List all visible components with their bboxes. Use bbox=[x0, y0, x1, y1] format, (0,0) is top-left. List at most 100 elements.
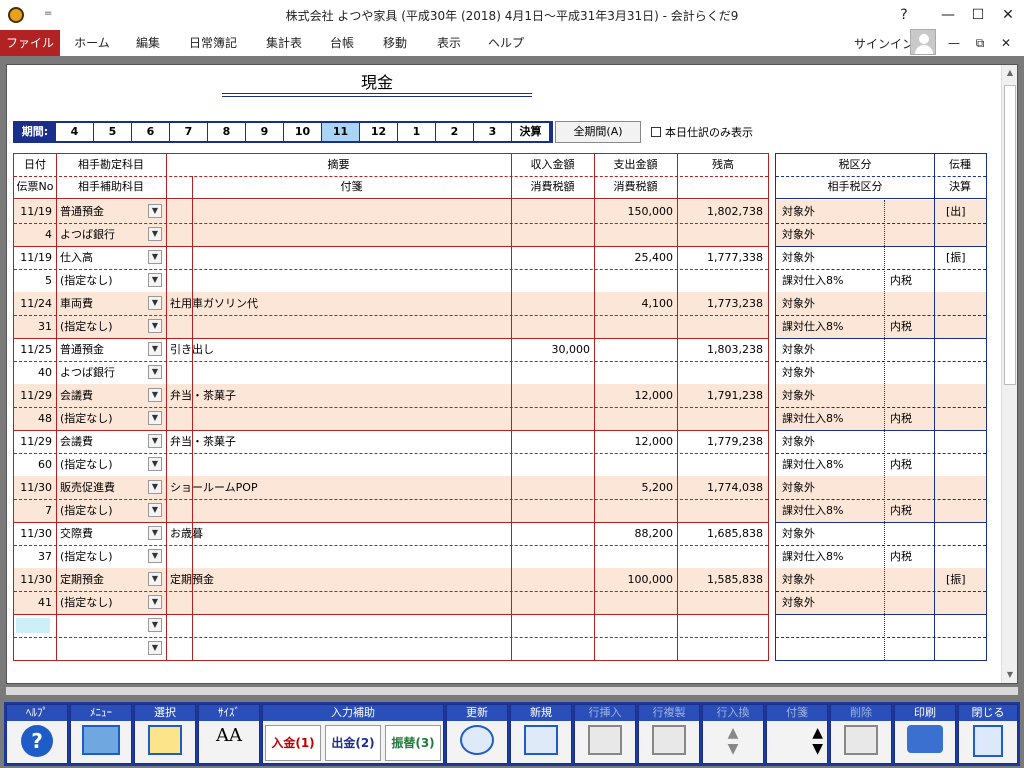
entry-slip-no[interactable]: 37 bbox=[14, 545, 52, 568]
entry-counter-tax-inclusive[interactable]: 内税 bbox=[890, 315, 912, 338]
period-month-7[interactable]: 7 bbox=[169, 123, 207, 141]
entry-counter-tax[interactable]: 対象外 bbox=[782, 223, 815, 246]
insert-row-tool-button[interactable]: 行挿入 bbox=[574, 704, 636, 764]
period-month-12[interactable]: 12 bbox=[359, 123, 397, 141]
menu-daily-bookkeeping[interactable]: 日常簿記 bbox=[178, 30, 248, 56]
entry-account[interactable]: 車両費 bbox=[60, 292, 93, 315]
chevron-down-icon[interactable]: ▼ bbox=[148, 595, 162, 609]
entry-sub-account[interactable]: よつば銀行 bbox=[60, 361, 115, 384]
print-tool-button[interactable]: 印刷 bbox=[894, 704, 956, 764]
chevron-down-icon[interactable]: ▼ bbox=[148, 319, 162, 333]
transfer-entry-button[interactable]: 振替(3) bbox=[385, 725, 441, 761]
minimize-button[interactable]: — bbox=[934, 4, 962, 26]
chevron-down-icon[interactable]: ▼ bbox=[148, 388, 162, 402]
entry-counter-tax[interactable]: 対象外 bbox=[782, 361, 815, 384]
menu-edit[interactable]: 編集 bbox=[122, 30, 174, 56]
chevron-down-icon[interactable]: ▼ bbox=[148, 526, 162, 540]
help-tool-button[interactable]: ﾍﾙﾌﾟ ? bbox=[6, 704, 68, 764]
period-month-10[interactable]: 10 bbox=[283, 123, 321, 141]
entry-date[interactable]: 11/29 bbox=[14, 430, 52, 453]
entry-account[interactable]: 会議費 bbox=[60, 384, 93, 407]
chevron-down-icon[interactable]: ▼ bbox=[148, 273, 162, 287]
close-button[interactable]: ✕ bbox=[994, 4, 1022, 26]
scroll-up-icon[interactable]: ▲ bbox=[1002, 65, 1018, 81]
entry-slip-no[interactable]: 31 bbox=[14, 315, 52, 338]
all-period-button[interactable]: 全期間(A) bbox=[555, 121, 641, 143]
entry-date[interactable]: 11/24 bbox=[14, 292, 52, 315]
entry-counter-tax[interactable]: 課対仕入8% bbox=[782, 545, 843, 568]
entry-account[interactable]: 普通預金 bbox=[60, 338, 104, 361]
entry-counter-tax[interactable]: 課対仕入8% bbox=[782, 407, 843, 430]
entry-date[interactable]: 11/19 bbox=[14, 246, 52, 269]
chevron-down-icon[interactable]: ▼ bbox=[148, 365, 162, 379]
menu-help[interactable]: ヘルプ bbox=[478, 30, 534, 56]
period-month-2[interactable]: 2 bbox=[435, 123, 473, 141]
chevron-down-icon[interactable]: ▼ bbox=[148, 250, 162, 264]
entry-date[interactable]: 11/25 bbox=[14, 338, 52, 361]
entry-date[interactable]: 11/29 bbox=[14, 384, 52, 407]
refresh-tool-button[interactable]: 更新 bbox=[446, 704, 508, 764]
new-tool-button[interactable]: 新規 bbox=[510, 704, 572, 764]
period-month-11[interactable]: 11 bbox=[321, 123, 359, 141]
entry-expense[interactable]: 4,100 bbox=[594, 292, 674, 315]
entry-sub-account[interactable]: (指定なし) bbox=[60, 453, 113, 476]
checkbox-icon[interactable] bbox=[651, 127, 661, 137]
sub-restore-button[interactable]: ⧉ bbox=[968, 33, 992, 53]
entry-slip-no[interactable]: 7 bbox=[14, 499, 52, 522]
maximize-button[interactable]: ☐ bbox=[964, 4, 992, 26]
entry-slip-no[interactable]: 41 bbox=[14, 591, 52, 614]
chevron-down-icon[interactable]: ▼ bbox=[148, 641, 162, 655]
period-month-1[interactable]: 1 bbox=[397, 123, 435, 141]
chevron-down-icon[interactable]: ▼ bbox=[148, 204, 162, 218]
entry-slip-no[interactable]: 40 bbox=[14, 361, 52, 384]
entry-expense[interactable]: 150,000 bbox=[594, 200, 674, 223]
entry-slip-no[interactable]: 60 bbox=[14, 453, 52, 476]
entry-counter-tax[interactable]: 課対仕入8% bbox=[782, 315, 843, 338]
entry-slip-no[interactable]: 48 bbox=[14, 407, 52, 430]
chevron-down-icon[interactable]: ▼ bbox=[148, 227, 162, 241]
entry-summary[interactable]: 弁当・茶菓子 bbox=[170, 384, 236, 407]
chevron-down-icon[interactable]: ▼ bbox=[148, 480, 162, 494]
entry-expense[interactable]: 25,400 bbox=[594, 246, 674, 269]
entry-summary[interactable]: 弁当・茶菓子 bbox=[170, 430, 236, 453]
help-button[interactable]: ? bbox=[890, 4, 918, 26]
scroll-down-icon[interactable]: ▼ bbox=[1002, 667, 1018, 683]
entry-sub-account[interactable]: (指定なし) bbox=[60, 315, 113, 338]
entry-account[interactable]: 会議費 bbox=[60, 430, 93, 453]
period-month-8[interactable]: 8 bbox=[207, 123, 245, 141]
entry-sub-account[interactable]: (指定なし) bbox=[60, 591, 113, 614]
entry-counter-tax[interactable]: 課対仕入8% bbox=[782, 453, 843, 476]
menu-move[interactable]: 移動 bbox=[370, 30, 420, 56]
menu-ledger[interactable]: 台帳 bbox=[318, 30, 366, 56]
entry-account[interactable]: 販売促進費 bbox=[60, 476, 115, 499]
entry-counter-tax-inclusive[interactable]: 内税 bbox=[890, 499, 912, 522]
entry-tax-category[interactable]: 対象外 bbox=[782, 384, 815, 407]
entry-sub-account[interactable]: (指定なし) bbox=[60, 407, 113, 430]
avatar-icon[interactable] bbox=[910, 29, 936, 55]
menu-tool-button[interactable]: ﾒﾆｭｰ bbox=[70, 704, 132, 764]
period-month-3[interactable]: 3 bbox=[473, 123, 511, 141]
sub-close-button[interactable]: ✕ bbox=[994, 33, 1018, 53]
close-tool-button[interactable]: 閉じる bbox=[958, 704, 1018, 764]
entry-account[interactable]: 仕入高 bbox=[60, 246, 93, 269]
entry-counter-tax-inclusive[interactable]: 内税 bbox=[890, 407, 912, 430]
entry-tax-category[interactable]: 対象外 bbox=[782, 200, 815, 223]
entry-date[interactable]: 11/19 bbox=[14, 200, 52, 223]
chevron-down-icon[interactable]: ▼ bbox=[148, 434, 162, 448]
entry-expense[interactable]: 12,000 bbox=[594, 430, 674, 453]
period-closing[interactable]: 決算 bbox=[511, 123, 549, 141]
entry-counter-tax-inclusive[interactable]: 内税 bbox=[890, 545, 912, 568]
entry-expense[interactable]: 12,000 bbox=[594, 384, 674, 407]
entry-counter-tax-inclusive[interactable]: 内税 bbox=[890, 269, 912, 292]
chevron-down-icon[interactable]: ▼ bbox=[148, 342, 162, 356]
today-only-checkbox[interactable]: 本日仕訳のみ表示 bbox=[651, 124, 753, 140]
menu-view[interactable]: 表示 bbox=[424, 30, 474, 56]
entry-tax-category[interactable]: 対象外 bbox=[782, 246, 815, 269]
entry-expense[interactable]: 88,200 bbox=[594, 522, 674, 545]
entry-tax-category[interactable]: 対象外 bbox=[782, 476, 815, 499]
entry-account[interactable]: 普通預金 bbox=[60, 200, 104, 223]
period-month-5[interactable]: 5 bbox=[93, 123, 131, 141]
menu-home[interactable]: ホーム bbox=[64, 30, 120, 56]
entry-counter-tax[interactable]: 課対仕入8% bbox=[782, 499, 843, 522]
entry-tax-category[interactable]: 対象外 bbox=[782, 338, 815, 361]
